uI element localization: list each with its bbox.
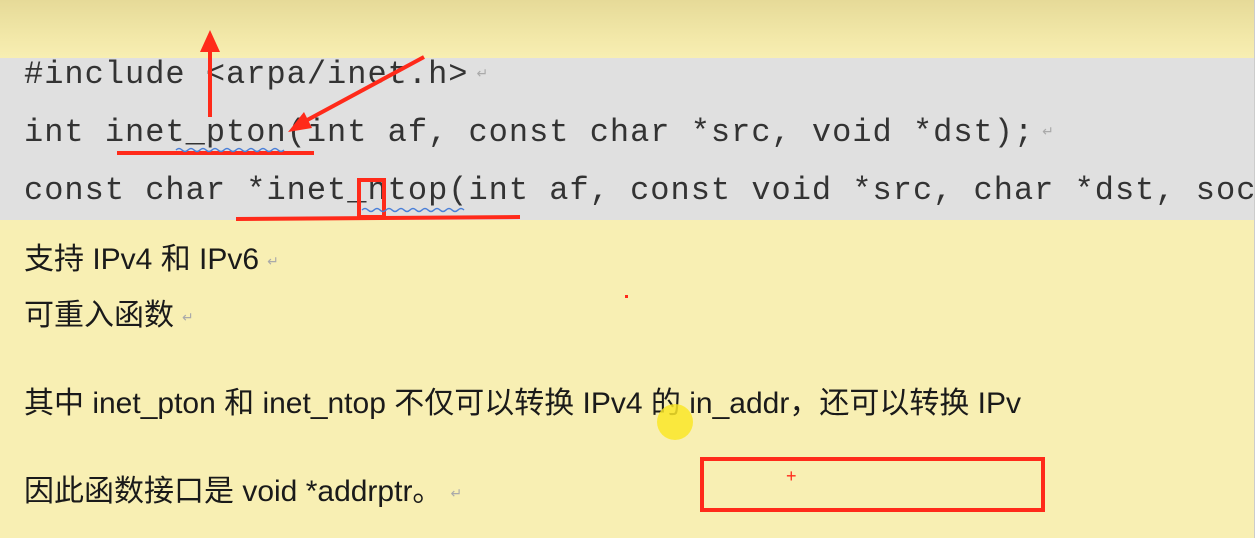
annotation-layer: + <box>117 30 1045 512</box>
arrow-head-up <box>200 30 220 52</box>
underline-inet-ntop <box>235 215 521 221</box>
red-dot <box>625 295 628 298</box>
arrow-diagonal-annotation <box>297 55 425 127</box>
spellcheck-squiggle <box>361 207 465 213</box>
crosshair-icon: + <box>786 466 797 486</box>
scrollbar[interactable] <box>1254 0 1259 538</box>
red-rectangle-annotation <box>700 457 1045 512</box>
arrow-head-diagonal <box>288 112 312 132</box>
